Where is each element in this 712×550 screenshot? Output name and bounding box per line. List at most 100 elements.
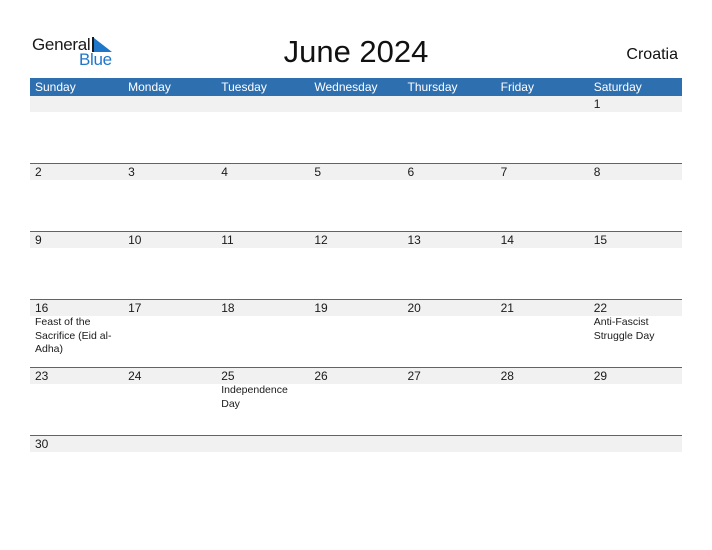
day-number: 10	[128, 233, 142, 247]
day-number	[221, 436, 309, 452]
day-cell-12: 12	[309, 232, 402, 248]
country-label: Croatia	[626, 46, 678, 63]
day-cell-8: 8	[589, 164, 682, 180]
day-number: 18	[221, 301, 235, 315]
day-cell-26: 26	[309, 368, 402, 411]
empty-day-cell	[123, 436, 216, 452]
day-cell-29: 29	[589, 368, 682, 411]
weekday-header-row: Sunday Monday Tuesday Wednesday Thursday Frid…	[30, 78, 682, 96]
day-number	[314, 96, 402, 112]
holiday-label: Independence Day	[221, 384, 288, 410]
day-cell-22: 22 Anti-Fascist Struggle Day	[589, 300, 682, 357]
day-number	[221, 96, 309, 112]
day-cell-19: 19	[309, 300, 402, 357]
day-number: 3	[128, 165, 135, 179]
weekday-header-friday: Friday	[500, 80, 534, 94]
empty-day-cell	[123, 96, 216, 112]
day-cell-30: 30	[30, 436, 123, 452]
empty-day-cell	[309, 436, 402, 452]
day-cell-11: 11	[216, 232, 309, 248]
day-cell-24: 24	[123, 368, 216, 411]
day-cell-1: 1	[589, 96, 682, 112]
day-cell-20: 20	[403, 300, 496, 357]
day-number: 26	[314, 369, 328, 383]
day-number: 13	[407, 233, 421, 247]
day-number	[501, 436, 589, 452]
day-cell-23: 23	[30, 368, 123, 411]
day-cell-28: 28	[496, 368, 589, 411]
day-number: 20	[407, 301, 421, 315]
day-cell-6: 6	[403, 164, 496, 180]
day-cells: 16 Feast of the Sacrifice (Eid al-Adha) 17…	[30, 300, 682, 357]
day-cells: 1	[30, 96, 682, 112]
day-number: 27	[407, 369, 421, 383]
empty-day-cell	[309, 96, 402, 112]
day-cell-14: 14	[496, 232, 589, 248]
day-cell-16: 16 Feast of the Sacrifice (Eid al-Adha)	[30, 300, 123, 357]
day-number: 11	[221, 233, 234, 247]
weekday-header-saturday: Saturday	[593, 80, 642, 94]
day-number: 6	[407, 165, 415, 179]
day-number	[35, 96, 123, 112]
empty-day-cell	[496, 96, 589, 112]
week-row: 1	[30, 96, 682, 163]
calendar-weeks: 1 2 3 4 5 6 7 8 9 10 11 12 13 14 15 16 Feast of the Sacr…	[30, 96, 682, 503]
day-cell-2: 2	[30, 164, 123, 180]
day-cell-17: 17	[123, 300, 216, 357]
day-number	[314, 436, 402, 452]
day-number: 23	[35, 369, 49, 383]
week-row: 23 24 25 Independence Day 26 27 28 29	[30, 367, 682, 435]
weekday-header-monday: Monday	[128, 80, 171, 94]
day-number: 14	[500, 233, 514, 247]
week-row: 9 10 11 12 13 14 15	[30, 231, 682, 299]
day-cell-15: 15	[589, 232, 682, 248]
day-cell-7: 7	[496, 164, 589, 180]
calendar-grid: Sunday Monday Tuesday Wednesday Thursday Frid…	[30, 78, 682, 503]
empty-day-cell	[216, 96, 309, 112]
weekday-header-thursday: Thursday	[407, 80, 458, 94]
holiday-label: Feast of the Sacrifice (Eid al-Adha)	[35, 316, 112, 355]
day-cell-25: 25 Independence Day	[216, 368, 309, 411]
day-cell-10: 10	[123, 232, 216, 248]
day-number	[408, 96, 496, 112]
week-row: 16 Feast of the Sacrifice (Eid al-Adha) 17…	[30, 299, 682, 367]
day-number: 9	[35, 233, 42, 247]
day-number: 15	[593, 233, 608, 247]
day-number: 12	[314, 233, 328, 247]
day-number: 28	[500, 369, 514, 383]
day-cell-13: 13	[403, 232, 496, 248]
holiday-label: Anti-Fascist Struggle Day	[593, 316, 655, 342]
week-row: 2 3 4 5 6 7 8	[30, 163, 682, 231]
day-number	[128, 436, 216, 452]
calendar-title: June 2024	[283, 34, 429, 69]
empty-day-cell	[496, 436, 589, 452]
day-number: 4	[221, 165, 228, 179]
empty-day-cell	[30, 96, 123, 112]
day-cell-27: 27	[403, 368, 496, 411]
day-cell-4: 4	[216, 164, 309, 180]
day-number: 30	[35, 437, 49, 451]
day-number: 5	[314, 165, 322, 179]
day-number: 2	[35, 165, 42, 179]
empty-day-cell	[403, 436, 496, 452]
day-cells: 2 3 4 5 6 7 8	[30, 164, 682, 180]
week-row: 30	[30, 435, 682, 503]
day-cell-9: 9	[30, 232, 123, 248]
day-cells: 9 10 11 12 13 14 15	[30, 232, 682, 248]
day-number	[408, 436, 496, 452]
day-number	[594, 436, 682, 452]
day-cells: 30	[30, 436, 682, 452]
day-cell-21: 21	[496, 300, 589, 357]
day-number: 8	[593, 165, 601, 179]
day-number: 7	[500, 165, 508, 179]
day-cell-5: 5	[309, 164, 402, 180]
empty-day-cell	[216, 436, 309, 452]
day-number: 29	[593, 369, 608, 383]
day-number: 17	[128, 301, 142, 315]
day-number: 21	[500, 301, 514, 315]
day-number: 24	[128, 369, 142, 383]
day-number: 22	[593, 301, 608, 315]
day-cells: 23 24 25 Independence Day 26 27 28 29	[30, 368, 682, 411]
day-number	[501, 96, 589, 112]
day-number: 16	[35, 301, 49, 315]
